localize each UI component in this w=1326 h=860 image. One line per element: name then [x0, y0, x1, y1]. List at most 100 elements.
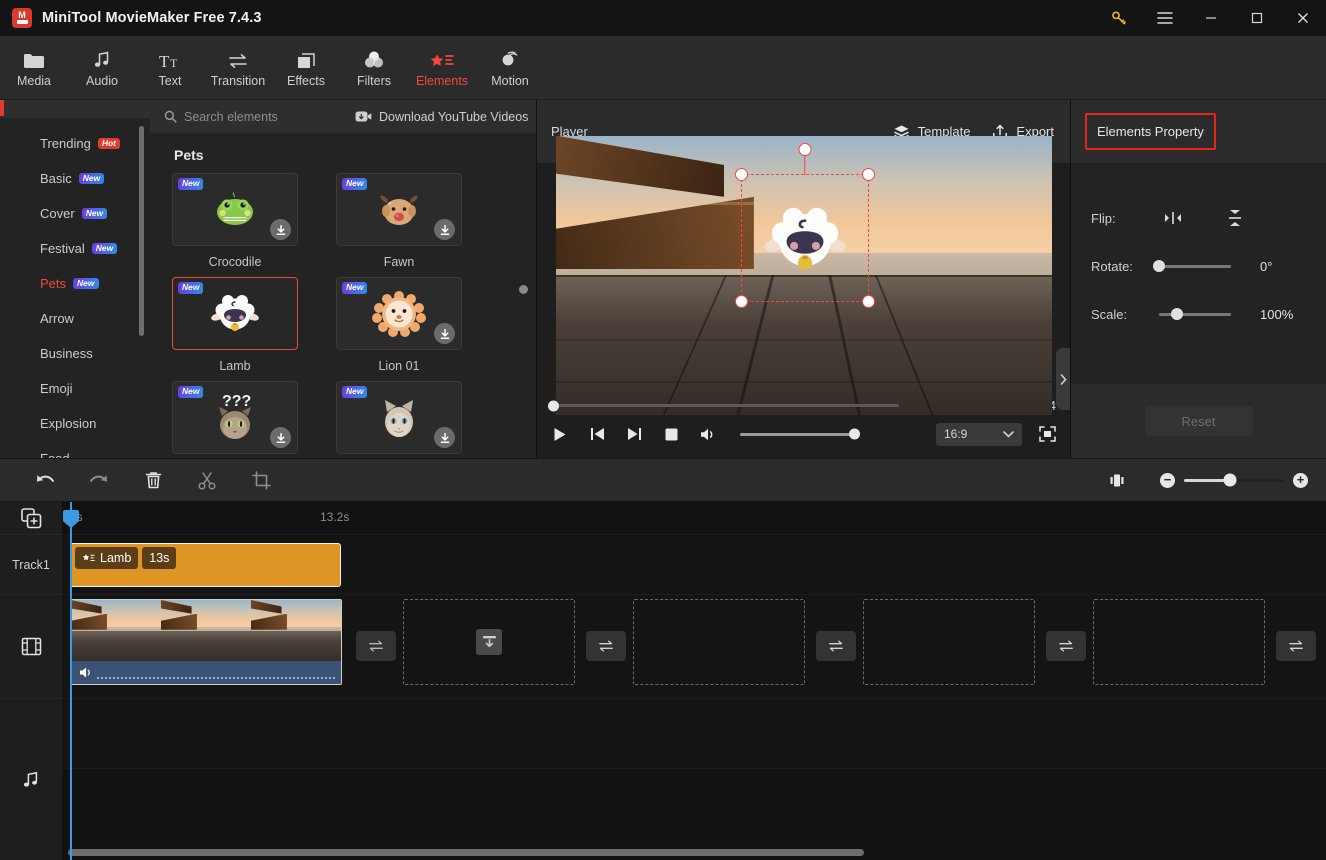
- element-card-lamb[interactable]: New Lamb: [172, 277, 298, 373]
- volume-button[interactable]: [699, 425, 717, 443]
- toolbar-item-transition[interactable]: Transition: [204, 36, 272, 100]
- previous-frame-button[interactable]: [588, 425, 606, 443]
- element-thumbnail[interactable]: New: [336, 173, 462, 246]
- sidebar-item-food[interactable]: Food: [0, 441, 150, 458]
- toolbar-item-motion[interactable]: Motion: [476, 36, 544, 100]
- zoom-to-fit-icon[interactable]: [1090, 458, 1144, 502]
- timeline-lane-audio[interactable]: [62, 698, 1326, 768]
- download-icon[interactable]: [270, 219, 291, 240]
- maximize-icon[interactable]: [1234, 0, 1280, 36]
- timeline-horizontal-scrollbar[interactable]: [62, 849, 1326, 856]
- split-scissors-icon[interactable]: [180, 458, 234, 502]
- media-placeholder-slot-4[interactable]: [1093, 599, 1265, 685]
- element-thumbnail-selected[interactable]: New: [172, 277, 298, 350]
- playhead[interactable]: [63, 502, 79, 860]
- timeline-ruler[interactable]: 0s 13.2s: [62, 502, 1326, 534]
- category-scrollbar[interactable]: [139, 126, 144, 336]
- media-placeholder-slot-1[interactable]: [403, 599, 575, 685]
- transition-slot-button-5[interactable]: [1276, 631, 1316, 661]
- timeline-clip-video[interactable]: [70, 599, 342, 685]
- panel-collapse-handle[interactable]: [1056, 348, 1070, 410]
- sidebar-item-cover[interactable]: Cover New: [0, 196, 150, 231]
- library-collapse-handle[interactable]: [519, 285, 528, 294]
- element-card-fawn[interactable]: New Fawn: [336, 173, 462, 269]
- element-selection-box[interactable]: [734, 142, 875, 308]
- resize-handle-top-left[interactable]: [734, 167, 748, 181]
- hamburger-menu-icon[interactable]: [1142, 0, 1188, 36]
- rotate-knob[interactable]: [1153, 260, 1165, 272]
- download-youtube-videos-button[interactable]: Download YouTube Videos: [355, 110, 528, 124]
- download-icon[interactable]: [434, 323, 455, 344]
- sidebar-item-emoji[interactable]: Emoji: [0, 371, 150, 406]
- download-icon[interactable]: [434, 427, 455, 448]
- search-input[interactable]: [184, 109, 334, 124]
- sidebar-item-explosion[interactable]: Explosion: [0, 406, 150, 441]
- timeline-lane-video[interactable]: [62, 594, 1326, 698]
- flip-vertical-icon[interactable]: [1227, 208, 1243, 228]
- scrollbar-thumb[interactable]: [68, 849, 865, 856]
- sidebar-item-pets[interactable]: Pets New: [0, 266, 150, 301]
- toolbar-item-audio[interactable]: Audio: [68, 36, 136, 100]
- flip-horizontal-icon[interactable]: [1163, 211, 1183, 225]
- toolbar-item-text[interactable]: TT Text: [136, 36, 204, 100]
- track-header-video[interactable]: [0, 594, 62, 698]
- element-thumbnail[interactable]: New ???: [172, 381, 298, 454]
- timeline-tracks[interactable]: 0s 13.2s Lamb 13s: [62, 502, 1326, 860]
- download-icon[interactable]: [270, 427, 291, 448]
- play-button[interactable]: [551, 425, 569, 443]
- download-slot-icon[interactable]: [476, 629, 502, 655]
- toolbar-item-effects[interactable]: Effects: [272, 36, 340, 100]
- toolbar-item-elements[interactable]: Elements: [408, 36, 476, 100]
- stop-button[interactable]: [662, 425, 680, 443]
- transition-slot-button-1[interactable]: [356, 631, 396, 661]
- volume-slider[interactable]: [740, 428, 860, 440]
- sidebar-item-festival[interactable]: Festival New: [0, 231, 150, 266]
- rotate-handle[interactable]: [798, 142, 811, 156]
- transition-slot-button-2[interactable]: [586, 631, 626, 661]
- add-media-button[interactable]: [0, 502, 62, 534]
- fullscreen-button[interactable]: [1038, 425, 1056, 443]
- zoom-knob[interactable]: [1223, 473, 1237, 487]
- key-icon[interactable]: [1096, 0, 1142, 36]
- element-card-meme-02[interactable]: New: [336, 381, 462, 458]
- minimize-icon[interactable]: [1188, 0, 1234, 36]
- delete-icon[interactable]: [126, 458, 180, 502]
- aspect-ratio-select[interactable]: 16:9: [936, 422, 1022, 446]
- close-icon[interactable]: [1280, 0, 1326, 36]
- rotate-slider[interactable]: [1153, 260, 1231, 272]
- element-card-meme-01[interactable]: New ???: [172, 381, 298, 458]
- clip-audio-strip[interactable]: [71, 661, 341, 684]
- toolbar-item-media[interactable]: Media: [0, 36, 68, 100]
- zoom-out-button[interactable]: −: [1160, 472, 1175, 488]
- seek-knob[interactable]: [548, 400, 559, 411]
- crop-icon[interactable]: [234, 458, 288, 502]
- video-preview[interactable]: [555, 135, 1052, 415]
- resize-handle-bottom-right[interactable]: [861, 294, 875, 308]
- toolbar-item-filters[interactable]: Filters: [340, 36, 408, 100]
- sidebar-item-trending[interactable]: Trending Hot: [0, 126, 150, 161]
- reset-button[interactable]: Reset: [1144, 406, 1253, 436]
- media-placeholder-slot-3[interactable]: [863, 599, 1035, 685]
- search-box[interactable]: [150, 109, 355, 124]
- element-card-lion-01[interactable]: New Lion 01: [336, 277, 462, 373]
- element-thumbnail[interactable]: New: [336, 381, 462, 454]
- volume-knob[interactable]: [849, 428, 860, 440]
- sidebar-item-arrow[interactable]: Arrow: [0, 301, 150, 336]
- zoom-slider[interactable]: [1184, 473, 1284, 487]
- scale-slider[interactable]: [1159, 308, 1231, 320]
- next-frame-button[interactable]: [625, 425, 643, 443]
- seek-slider[interactable]: [548, 400, 900, 411]
- undo-icon[interactable]: [18, 458, 72, 502]
- element-thumbnail[interactable]: New: [172, 173, 298, 246]
- sidebar-item-business[interactable]: Business: [0, 336, 150, 371]
- timeline-lane-track1[interactable]: Lamb 13s: [62, 534, 1326, 594]
- timeline-clip-element-lamb[interactable]: Lamb 13s: [70, 543, 341, 587]
- zoom-in-button[interactable]: +: [1293, 472, 1308, 488]
- element-card-crocodile[interactable]: New Crocodile: [172, 173, 298, 269]
- transition-slot-button-3[interactable]: [816, 631, 856, 661]
- scale-knob[interactable]: [1171, 308, 1183, 320]
- download-icon[interactable]: [434, 219, 455, 240]
- timeline-lane-extra[interactable]: [62, 768, 1326, 769]
- tab-elements-property[interactable]: Elements Property: [1085, 113, 1216, 150]
- media-placeholder-slot-2[interactable]: [633, 599, 805, 685]
